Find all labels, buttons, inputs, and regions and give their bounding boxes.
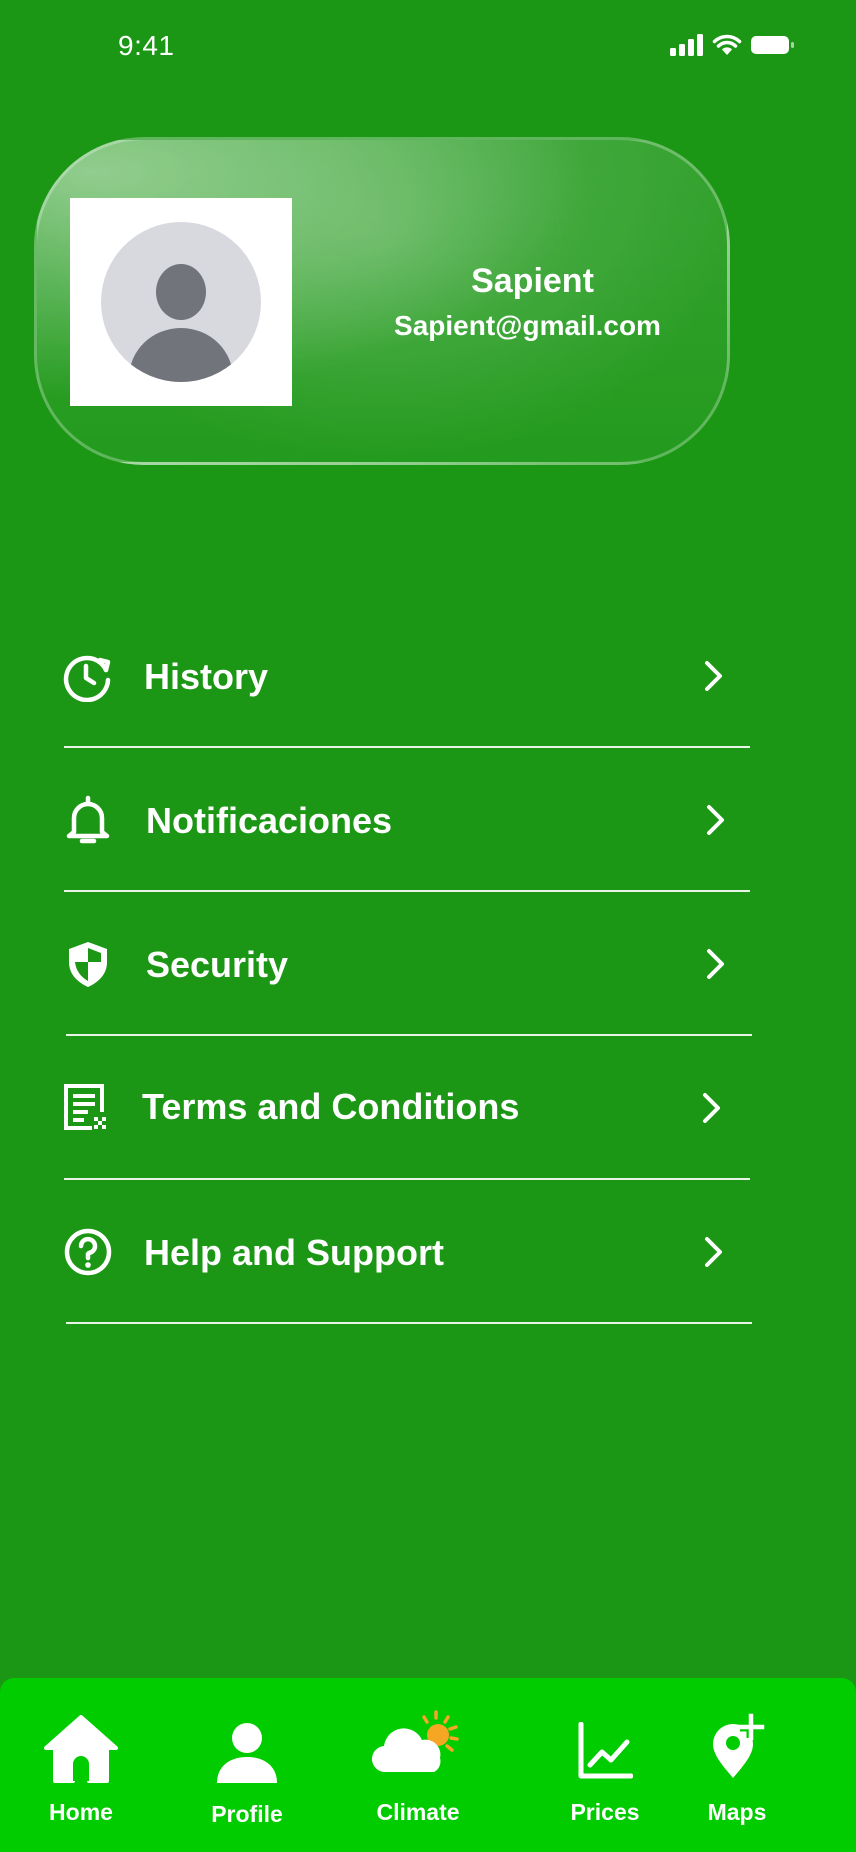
profile-icon xyxy=(217,1723,277,1783)
avatar[interactable] xyxy=(70,198,292,406)
history-icon xyxy=(63,655,111,702)
nav-label: Maps xyxy=(707,1799,767,1825)
status-icons xyxy=(670,34,796,56)
nav-label: Prices xyxy=(570,1799,640,1825)
chevron-right-icon xyxy=(705,1237,722,1267)
nav-maps[interactable]: Maps xyxy=(662,1678,812,1852)
nav-label: Profile xyxy=(211,1801,283,1827)
signal-icon xyxy=(670,34,703,56)
divider xyxy=(66,1322,752,1324)
battery-icon xyxy=(751,36,794,54)
wifi-icon xyxy=(712,34,742,55)
menu-item-security[interactable]: Security xyxy=(62,892,752,1036)
bottom-nav: Home Profile Climate Prices Maps xyxy=(0,1678,856,1852)
menu-item-label: Help and Support xyxy=(144,1232,444,1273)
menu-item-label: Terms and Conditions xyxy=(142,1086,520,1127)
nav-prices[interactable]: Prices xyxy=(530,1678,680,1852)
map-pin-plus-icon xyxy=(713,1713,765,1778)
bell-icon xyxy=(66,795,110,844)
nav-label: Home xyxy=(49,1799,113,1825)
menu-item-notificaciones[interactable]: Notificaciones xyxy=(62,748,752,892)
cloud-sun-icon xyxy=(371,1710,459,1773)
menu-item-terms[interactable]: Terms and Conditions xyxy=(62,1036,752,1180)
menu-item-help[interactable]: Help and Support xyxy=(62,1180,752,1324)
help-icon xyxy=(64,1228,112,1276)
chevron-right-icon xyxy=(707,805,724,835)
chevron-right-icon xyxy=(705,661,722,691)
profile-name: Sapient xyxy=(471,262,594,300)
shield-icon xyxy=(69,942,107,987)
avatar-placeholder-icon xyxy=(101,222,261,382)
chevron-right-icon xyxy=(707,949,724,979)
chevron-right-icon xyxy=(703,1093,720,1123)
status-time: 9:41 xyxy=(118,30,175,61)
nav-label: Climate xyxy=(376,1799,460,1825)
chart-icon xyxy=(578,1722,633,1779)
nav-profile[interactable]: Profile xyxy=(172,1678,322,1852)
nav-climate[interactable]: Climate xyxy=(343,1678,493,1852)
menu-item-history[interactable]: History xyxy=(62,604,752,748)
nav-home[interactable]: Home xyxy=(6,1678,156,1852)
document-icon xyxy=(64,1084,106,1130)
menu-item-label: History xyxy=(144,656,269,697)
profile-email: Sapient@gmail.com xyxy=(394,310,661,341)
menu-item-label: Security xyxy=(146,944,289,985)
home-icon xyxy=(44,1715,118,1783)
menu-item-label: Notificaciones xyxy=(146,800,393,841)
